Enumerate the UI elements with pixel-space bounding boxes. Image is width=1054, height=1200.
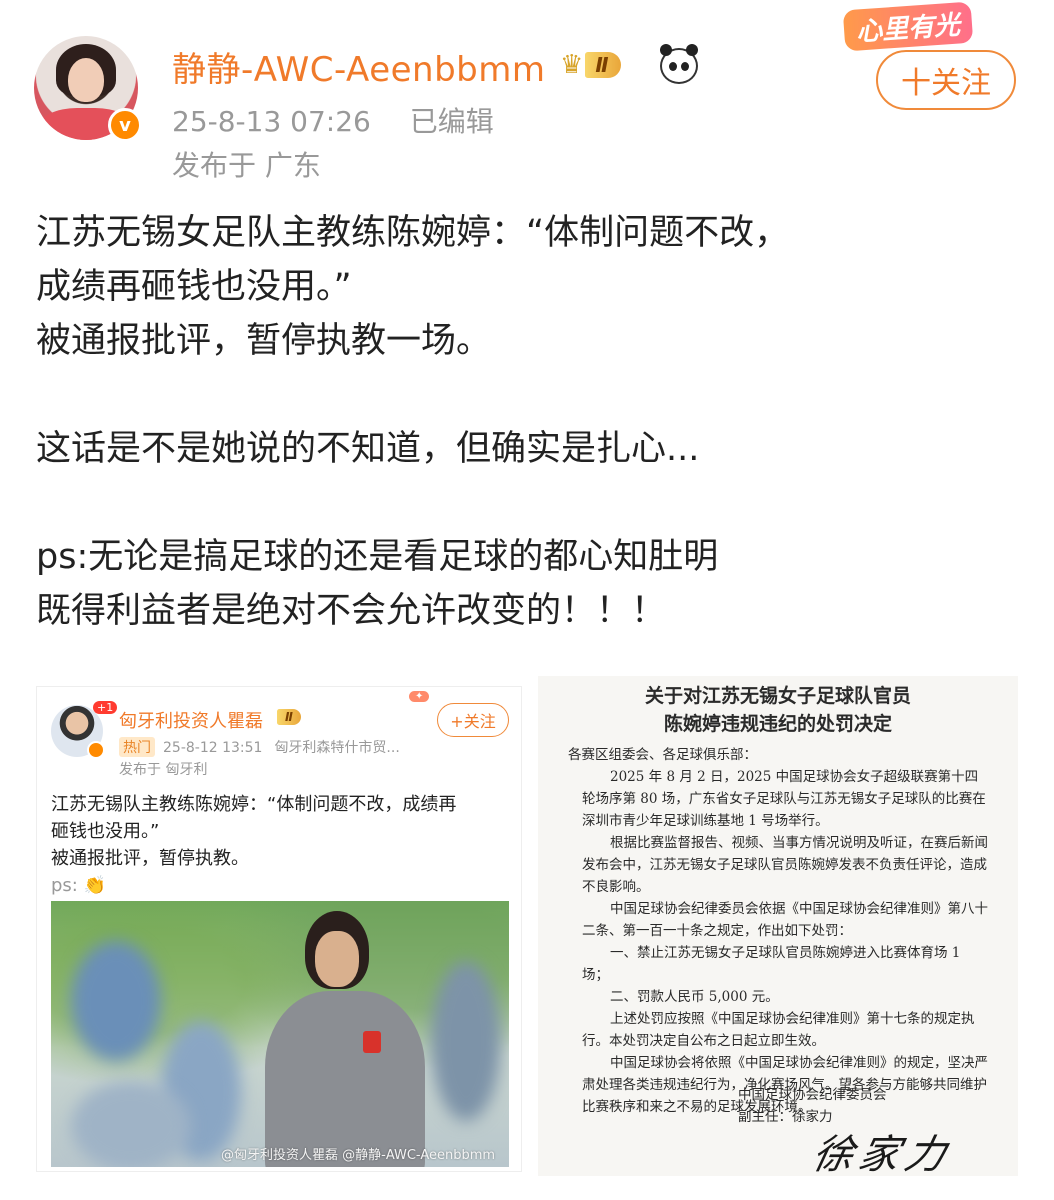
- username[interactable]: 静静-AWC-Aeenbbmm: [172, 42, 546, 91]
- coach-photo: @匈牙利投资人瞿磊 @静静-AWC-Aeenbbmm: [51, 901, 509, 1167]
- post-image-1[interactable]: +1 匈牙利投资人瞿磊 Ⅱ ✦ +关注 热门 25-8-12 13:51 匈牙利森特…: [36, 686, 522, 1172]
- embedded-text-line: 江苏无锡队主教练陈婉婷：“体制问题不改，成绩再: [51, 794, 457, 815]
- rank-badge[interactable]: ♛ Ⅱ: [560, 50, 621, 80]
- document-paragraph: 二、罚款人民币 5,000 元。: [610, 989, 779, 1005]
- team-emblem-icon: [363, 1031, 381, 1053]
- embedded-text-line: 被通报批评，暂停执教。: [51, 848, 249, 869]
- embedded-text-line: 砸钱也没用。”: [51, 821, 160, 842]
- embedded-rank-badge: Ⅱ: [277, 709, 301, 725]
- image-watermark: @匈牙利投资人瞿磊 @静静-AWC-Aeenbbmm: [221, 1148, 496, 1163]
- post-meta: 25-8-13 07:26 已编辑: [172, 100, 494, 140]
- document-paragraph: 中国足球协会纪律委员会依据《中国足球协会纪律准则》第八十二条、第一百一十条之规定…: [582, 901, 988, 939]
- decorative-banner: 心里有光: [842, 1, 974, 52]
- document-title-line: 陈婉婷违规违纪的处罚决定: [663, 713, 892, 735]
- panda-icon[interactable]: [660, 44, 698, 84]
- embedded-source: 匈牙利森特什市贸...: [274, 740, 400, 756]
- embedded-username: 匈牙利投资人瞿磊: [119, 711, 263, 732]
- document-paragraph: 根据比赛监督报告、视频、当事方情况说明及听证，在赛后新闻发布会中，江苏无锡女子足…: [582, 835, 988, 895]
- signatory-org: 中国足球协会纪律委员会: [738, 1087, 887, 1103]
- document-paragraph: 一、禁止江苏无锡女子足球队官员陈婉婷进入比赛体育场 1 场；: [582, 945, 961, 983]
- document-salutation: 各赛区组委会、各足球俱乐部：: [568, 747, 757, 763]
- embedded-meta: 热门 25-8-12 13:51 匈牙利森特什市贸...: [119, 737, 400, 757]
- embedded-decorative-banner: ✦: [409, 691, 430, 702]
- document-title: 关于对江苏无锡女子足球队官员 陈婉婷违规违纪的处罚决定: [538, 682, 1018, 738]
- post-line: 既得利益者是绝对不会允许改变的！！！: [36, 591, 667, 631]
- embedded-timestamp: 25-8-12 13:51: [163, 740, 263, 756]
- post-line: 被通报批评，暂停执教一场。: [36, 321, 492, 361]
- post-text: 江苏无锡女足队主教练陈婉婷：“体制问题不改， 成绩再砸钱也没用。” 被通报批评，…: [36, 206, 1016, 638]
- embedded-follow-button: +关注: [437, 703, 509, 737]
- document-body: 各赛区组委会、各足球俱乐部： 2025 年 8 月 2 日，2025 中国足球协…: [538, 738, 1018, 1118]
- rank-level: Ⅱ: [585, 52, 621, 78]
- post-line: ps:无论是搞足球的还是看足球的都心知肚明: [36, 537, 719, 577]
- post-line: 江苏无锡女足队主教练陈婉婷：“体制问题不改，: [36, 213, 790, 253]
- handwritten-signature: 徐家力: [808, 1132, 957, 1176]
- document-paragraph: 上述处罚应按照《中国足球协会纪律准则》第十七条的规定执行。本处罚决定自公布之日起…: [582, 1011, 975, 1049]
- follow-button[interactable]: 十关注: [876, 50, 1016, 110]
- embedded-location: 发布于 匈牙利: [119, 762, 208, 778]
- hot-tag: 热门: [119, 737, 155, 757]
- edited-label[interactable]: 已编辑: [410, 105, 494, 138]
- document-title-line: 关于对江苏无锡女子足球队官员: [644, 685, 911, 707]
- embedded-text: 江苏无锡队主教练陈婉婷：“体制问题不改，成绩再 砸钱也没用。” 被通报批评，暂停…: [51, 791, 511, 899]
- post-line: 成绩再砸钱也没用。”: [36, 267, 352, 307]
- post-line: 这话是不是她说的不知道，但确实是扎心...: [36, 429, 700, 469]
- embedded-text-line: ps: 👏: [51, 875, 107, 896]
- notification-badge: +1: [93, 701, 118, 714]
- embedded-verified-icon: [87, 741, 105, 759]
- post-image-2[interactable]: 关于对江苏无锡女子足球队官员 陈婉婷违规违纪的处罚决定 各赛区组委会、各足球俱乐…: [538, 676, 1018, 1176]
- post-location: 发布于 广东: [172, 149, 321, 182]
- post-timestamp: 25-8-13 07:26: [172, 105, 371, 138]
- crown-icon: ♛: [560, 50, 584, 80]
- document-paragraph: 2025 年 8 月 2 日，2025 中国足球协会女子超级联赛第十四轮场序第 …: [582, 769, 986, 829]
- verified-icon: v: [108, 108, 142, 142]
